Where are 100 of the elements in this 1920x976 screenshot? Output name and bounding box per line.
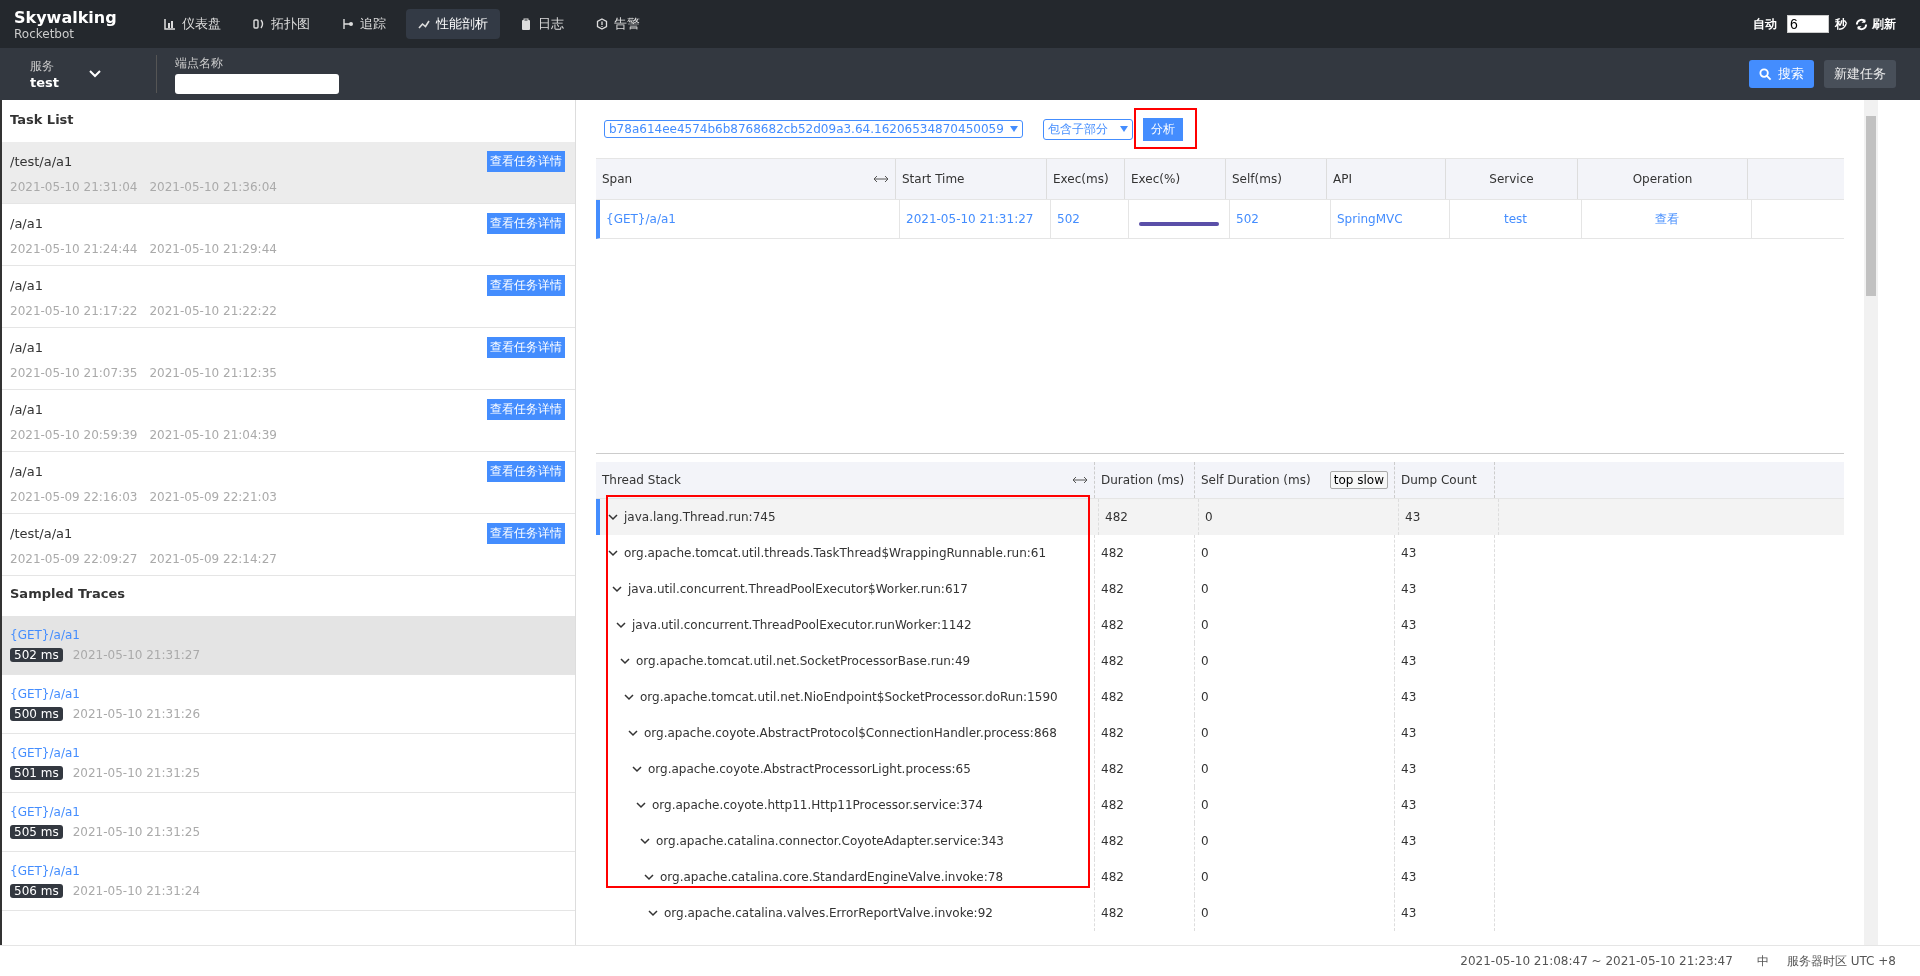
table-cell: 43 xyxy=(1395,787,1495,823)
interval-field[interactable]: 6 xyxy=(1787,15,1829,33)
task-endpoint: /a/a1 xyxy=(10,464,43,479)
table-cell: 43 xyxy=(1395,607,1495,643)
task-endpoint: /a/a1 xyxy=(10,402,43,417)
nav-tab[interactable]: 追踪 xyxy=(330,9,398,39)
trace-item[interactable]: {GET}/a/a1 502 ms 2021-05-10 21:31:27 xyxy=(2,616,575,675)
stack-row[interactable]: org.apache.catalina.valves.ErrorReportValve.invoke:92 482 0 43 xyxy=(596,895,1844,931)
task-item[interactable]: /a/a1 查看任务详情 2021-05-10 21:17:22 2021-05-10 21:22:22 xyxy=(2,266,575,328)
stack-row[interactable]: org.apache.coyote.AbstractProcessorLight.process:65 482 0 43 xyxy=(596,751,1844,787)
table-cell: 0 xyxy=(1195,859,1395,895)
resize-icon[interactable] xyxy=(1072,476,1088,484)
topology-icon xyxy=(253,18,265,30)
table-cell: 43 xyxy=(1395,679,1495,715)
task-item[interactable]: /a/a1 查看任务详情 2021-05-10 21:24:44 2021-05-10 21:29:44 xyxy=(2,204,575,266)
column-header: Self Duration (ms) xyxy=(1201,473,1311,487)
stack-frame: org.apache.coyote.AbstractProcessorLight.process:65 xyxy=(648,762,971,776)
resize-icon[interactable] xyxy=(873,175,889,183)
task-endpoint: /a/a1 xyxy=(10,340,43,355)
trace-item[interactable]: {GET}/a/a1 500 ms 2021-05-10 21:31:26 xyxy=(2,675,575,734)
chevron-down-icon[interactable] xyxy=(612,585,622,593)
column-header: Thread Stack xyxy=(602,473,681,487)
scrollbar[interactable] xyxy=(1864,100,1878,945)
chevron-down-icon xyxy=(89,70,101,78)
task-item[interactable]: /a/a1 查看任务详情 2021-05-10 20:59:39 2021-05-10 21:04:39 xyxy=(2,390,575,452)
table-cell: 0 xyxy=(1195,715,1395,751)
nav-tab[interactable]: 仪表盘 xyxy=(152,9,233,39)
stack-frame: java.util.concurrent.ThreadPoolExecutor$Worker.run:617 xyxy=(628,582,968,596)
stack-row[interactable]: org.apache.tomcat.util.threads.TaskThread$WrappingRunnable.run:61 482 0 43 xyxy=(596,535,1844,571)
duration-badge: 505 ms xyxy=(10,825,63,839)
stack-frame: org.apache.catalina.valves.ErrorReportValve.invoke:92 xyxy=(664,906,993,920)
stack-row[interactable]: org.apache.catalina.core.StandardEngineValve.invoke:78 482 0 43 xyxy=(596,859,1844,895)
table-cell: 43 xyxy=(1395,715,1495,751)
task-start-time: 2021-05-10 21:07:35 xyxy=(10,366,138,380)
new-task-button[interactable]: 新建任务 xyxy=(1824,60,1896,88)
trace-item[interactable]: {GET}/a/a1 501 ms 2021-05-10 21:31:25 xyxy=(2,734,575,793)
endpoint-field[interactable] xyxy=(175,73,339,94)
trace-time: 2021-05-10 21:31:25 xyxy=(72,825,201,839)
chevron-down-icon[interactable] xyxy=(608,549,618,557)
chevron-down-icon[interactable] xyxy=(608,513,618,521)
endpoint-label: 端点名称 xyxy=(175,54,224,72)
task-end-time: 2021-05-09 22:21:03 xyxy=(149,490,277,504)
stack-row[interactable]: java.util.concurrent.ThreadPoolExecutor.runWorker:1142 482 0 43 xyxy=(596,607,1844,643)
section-title: Sampled Traces xyxy=(9,585,126,603)
stack-row[interactable]: org.apache.catalina.connector.CoyoteAdapter.service:343 482 0 43 xyxy=(596,823,1844,859)
duration-badge: 502 ms xyxy=(10,648,63,662)
duration-badge: 506 ms xyxy=(10,884,63,898)
chevron-down-icon[interactable] xyxy=(632,765,642,773)
column-header: Exec(%) xyxy=(1125,159,1226,199)
task-item[interactable]: /test/a/a1 查看任务详情 2021-05-09 22:09:27 2021-05-09 22:14:27 xyxy=(2,514,575,576)
stack-row[interactable]: java.util.concurrent.ThreadPoolExecutor$Worker.run:617 482 0 43 xyxy=(596,571,1844,607)
chevron-down-icon[interactable] xyxy=(620,657,630,665)
table-cell: 43 xyxy=(1399,499,1499,535)
table-cell: 43 xyxy=(1395,571,1495,607)
stack-frame: org.apache.coyote.http11.Http11Processor.service:374 xyxy=(652,798,983,812)
refresh-button[interactable]: 刷新 xyxy=(1855,15,1896,33)
task-item[interactable]: /a/a1 查看任务详情 2021-05-10 21:07:35 2021-05-10 21:12:35 xyxy=(2,328,575,390)
duration-badge: 500 ms xyxy=(10,707,63,721)
language-toggle[interactable]: 中 xyxy=(1756,952,1769,970)
nav-tab[interactable]: 拓扑图 xyxy=(241,9,322,39)
table-cell: 0 xyxy=(1199,499,1399,535)
table-cell: 0 xyxy=(1195,751,1395,787)
stack-row[interactable]: org.apache.tomcat.util.net.NioEndpoint$SocketProcessor.doRun:1590 482 0 43 xyxy=(596,679,1844,715)
chevron-down-icon[interactable] xyxy=(624,693,634,701)
nav-tab[interactable]: 日志 xyxy=(508,9,576,39)
stack-row[interactable]: java.lang.Thread.run:745 482 0 43 xyxy=(596,499,1844,535)
table-cell: 482 xyxy=(1095,571,1195,607)
chevron-down-icon[interactable] xyxy=(616,621,626,629)
column-header: Span xyxy=(596,159,896,199)
table-cell: 0 xyxy=(1195,571,1395,607)
chevron-down-icon[interactable] xyxy=(636,801,646,809)
stack-row[interactable]: org.apache.coyote.AbstractProtocol$ConnectionHandler.process:868 482 0 43 xyxy=(596,715,1844,751)
logo-subtitle: Rocketbot xyxy=(14,26,75,41)
nav-tab[interactable]: 性能剖析 xyxy=(406,9,500,39)
trace-item[interactable]: {GET}/a/a1 506 ms 2021-05-10 21:31:24 xyxy=(2,852,575,911)
chevron-down-icon[interactable] xyxy=(644,873,654,881)
table-cell: 482 xyxy=(1095,751,1195,787)
stack-row[interactable]: org.apache.coyote.http11.Http11Processor.service:374 482 0 43 xyxy=(596,787,1844,823)
trace-endpoint: {GET}/a/a1 xyxy=(10,864,81,878)
task-item[interactable]: /test/a/a1 查看任务详情 2021-05-10 21:31:04 2021-05-10 21:36:04 xyxy=(2,142,575,204)
table-cell: 43 xyxy=(1395,895,1495,931)
stack-row[interactable]: org.apache.tomcat.util.net.SocketProcessorBase.run:49 482 0 43 xyxy=(596,643,1844,679)
task-end-time: 2021-05-10 21:22:22 xyxy=(149,304,277,318)
service-selector[interactable]: 服务 test xyxy=(30,55,157,93)
trace-time: 2021-05-10 21:31:26 xyxy=(72,707,201,721)
clipboard-icon xyxy=(520,18,532,30)
nav-tab[interactable]: 告警 xyxy=(584,9,652,39)
stack-frame: org.apache.coyote.AbstractProtocol$ConnectionHandler.process:868 xyxy=(644,726,1057,740)
task-start-time: 2021-05-09 22:16:03 xyxy=(10,490,138,504)
task-item[interactable]: /a/a1 查看任务详情 2021-05-09 22:16:03 2021-05-09 22:21:03 xyxy=(2,452,575,514)
table-cell: 482 xyxy=(1095,643,1195,679)
chevron-down-icon[interactable] xyxy=(648,909,658,917)
stack-frame: org.apache.catalina.core.StandardEngineValve.invoke:78 xyxy=(660,870,1004,884)
task-end-time: 2021-05-09 22:14:27 xyxy=(149,552,277,566)
chevron-down-icon[interactable] xyxy=(640,837,650,845)
top-slow-button[interactable]: top slow xyxy=(1329,471,1388,489)
chevron-down-icon[interactable] xyxy=(628,729,638,737)
trace-item[interactable]: {GET}/a/a1 505 ms 2021-05-10 21:31:25 xyxy=(2,793,575,852)
table-cell: 0 xyxy=(1195,823,1395,859)
task-endpoint: /test/a/a1 xyxy=(10,526,73,541)
